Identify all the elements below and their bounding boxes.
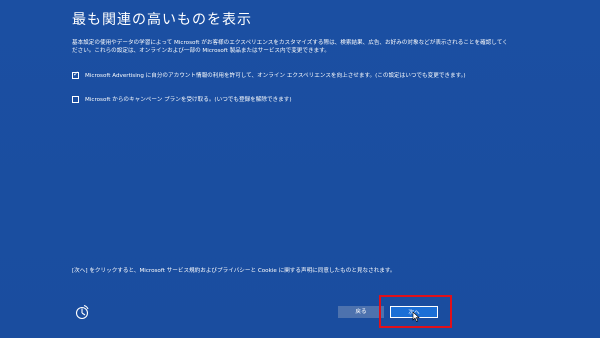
option-advertising-label: Microsoft Advertising に自分のアカウント情報の利用を許可し… bbox=[85, 73, 466, 79]
terms-note: [次へ] をクリックすると、Microsoft サービス規約およびプライバシーと… bbox=[72, 268, 396, 274]
mouse-cursor-icon bbox=[412, 312, 420, 322]
page-title: 最も関連の高いものを表示 bbox=[72, 12, 252, 28]
oobe-privacy-page: 最も関連の高いものを表示 基本設定の使用やデータの学習によって Microsof… bbox=[0, 0, 600, 338]
option-campaign-label: Microsoft からのキャンペーン プランを受け取る。(いつでも登録を解除で… bbox=[85, 97, 292, 103]
campaign-checkbox[interactable] bbox=[72, 96, 79, 103]
back-button[interactable]: 戻る bbox=[338, 306, 384, 318]
check-icon: ✓ bbox=[73, 70, 79, 78]
option-campaign[interactable]: Microsoft からのキャンペーン プランを受け取る。(いつでも登録を解除で… bbox=[72, 96, 485, 104]
page-description: 基本設定の使用やデータの学習によって Microsoft がお客様のエクスペリエ… bbox=[72, 40, 508, 55]
ease-of-access-icon[interactable] bbox=[73, 303, 91, 321]
advertising-checkbox[interactable]: ✓ bbox=[72, 70, 79, 79]
option-advertising[interactable]: ✓ Microsoft Advertising に自分のアカウント情報の利用を許… bbox=[72, 70, 485, 80]
